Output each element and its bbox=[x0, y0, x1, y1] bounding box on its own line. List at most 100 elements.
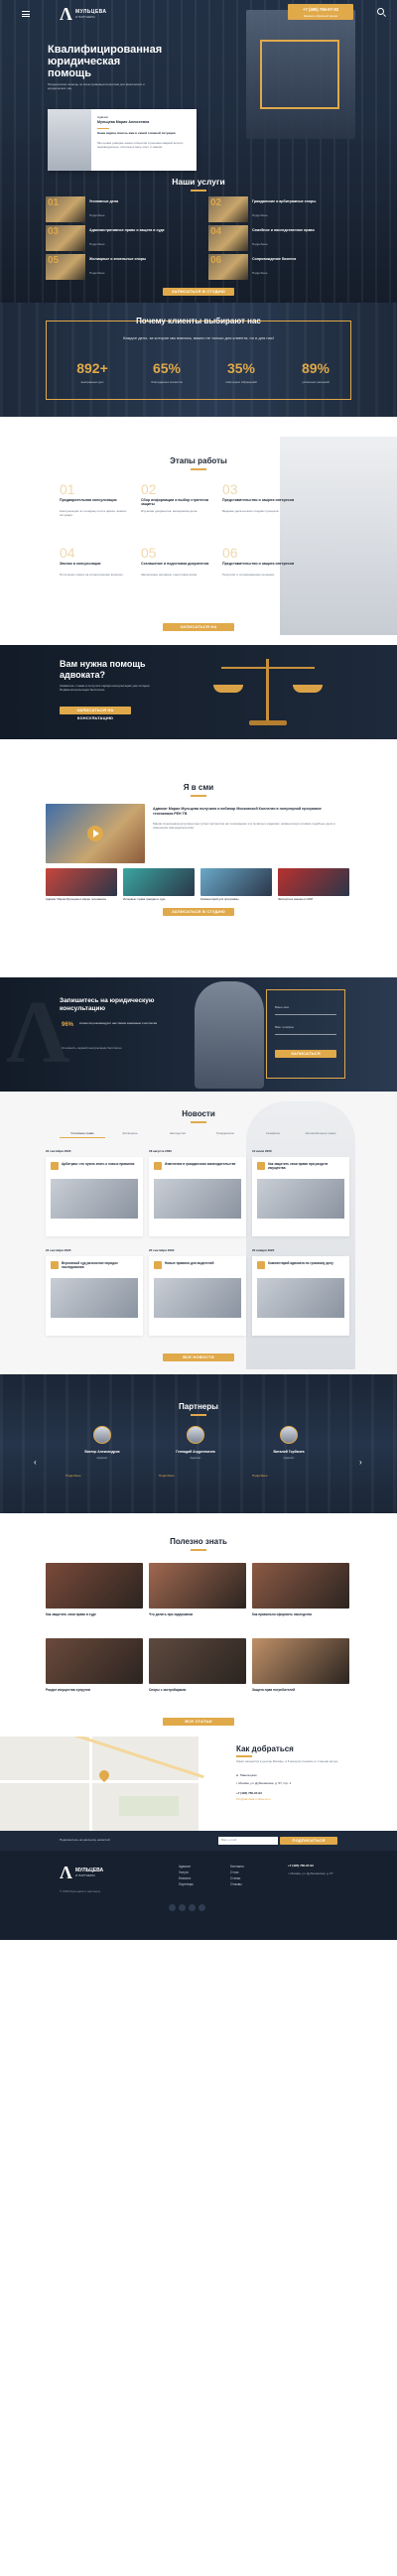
need-section: Вам нужна помощь адвоката? Свяжитесь с н… bbox=[0, 645, 397, 739]
consult-submit-button[interactable]: ЗАПИСАТЬСЯ bbox=[275, 1050, 336, 1058]
stat-value: 892+ bbox=[76, 360, 108, 376]
media-button[interactable]: ЗАПИСАТЬСЯ В СТУДИЮ bbox=[163, 908, 234, 916]
header-callback-link[interactable]: Заказать обратный звонок bbox=[288, 14, 353, 18]
news-tab[interactable]: Автомобильное право bbox=[298, 1131, 343, 1137]
need-button[interactable]: ЗАПИСАТЬСЯ НА КОНСУЛЬТАЦИЮ bbox=[60, 707, 131, 720]
news-date: 24 сентября 2020 bbox=[46, 1248, 71, 1252]
news-card-image bbox=[154, 1179, 241, 1219]
play-icon[interactable] bbox=[87, 826, 103, 841]
footer-phone[interactable]: +7 (495) 766-97-93 bbox=[288, 1864, 314, 1868]
article-title[interactable]: Защита прав потребителей bbox=[252, 1688, 349, 1692]
vk-icon[interactable] bbox=[169, 1904, 176, 1911]
footer-menu-link[interactable]: Отзывы bbox=[230, 1882, 242, 1886]
service-more-link[interactable]: Подробнее bbox=[252, 271, 268, 275]
contacts-title: Как добраться bbox=[236, 1744, 294, 1753]
news-tab[interactable]: Семейное bbox=[250, 1131, 296, 1137]
subscribe-email-field[interactable]: Ваш e-mail bbox=[218, 1837, 278, 1845]
menu-icon[interactable] bbox=[22, 11, 30, 17]
article-image[interactable] bbox=[149, 1638, 246, 1684]
card-text: Мы ценим доверие наших клиентов и решаем… bbox=[97, 141, 184, 149]
article-image[interactable] bbox=[149, 1563, 246, 1609]
contacts-phone[interactable]: +7 (495) 766-97-93 bbox=[236, 1791, 262, 1796]
footer-menu-link[interactable]: О нас bbox=[230, 1870, 239, 1874]
footer-menu-link[interactable]: Услуги bbox=[179, 1870, 189, 1874]
partners-prev-arrow-icon[interactable]: ‹ bbox=[34, 1458, 37, 1467]
news-card[interactable]: Комментарий адвоката по громкому делу bbox=[252, 1256, 349, 1336]
footer-logo[interactable]: Λ МУЛЬЦЕВА И ПАРТНЕРЫ bbox=[60, 1863, 119, 1884]
service-more-link[interactable]: Подробнее bbox=[252, 213, 268, 217]
media-label: Комментарий для программы bbox=[200, 897, 239, 901]
media-main-video[interactable] bbox=[46, 804, 145, 863]
partner-more-link[interactable]: Подробнее bbox=[66, 1474, 81, 1478]
service-card[interactable]: 01 Уголовные дела Подробнее bbox=[46, 196, 189, 222]
stages-button[interactable]: ЗАПИСАТЬСЯ НА КОНСУЛЬТАЦИЮ bbox=[163, 623, 234, 637]
article-image[interactable] bbox=[252, 1638, 349, 1684]
service-card[interactable]: 06 Сопровождение бизнеса Подробнее bbox=[208, 254, 351, 280]
footer-menu-link[interactable]: Партнеры bbox=[179, 1882, 194, 1886]
news-card-icon bbox=[51, 1162, 59, 1170]
article-image[interactable] bbox=[252, 1563, 349, 1609]
footer-menu-link[interactable]: Новости bbox=[179, 1876, 191, 1880]
phone-field[interactable]: Ваш телефон bbox=[275, 1025, 336, 1035]
services-button[interactable]: ЗАПИСАТЬСЯ В СТУДИЮ bbox=[163, 288, 234, 296]
media-thumb[interactable] bbox=[278, 868, 349, 896]
news-tab[interactable]: Наследство bbox=[155, 1131, 200, 1137]
article-title[interactable]: Что делать при задержании bbox=[149, 1612, 246, 1616]
partner-more-link[interactable]: Подробнее bbox=[159, 1474, 175, 1478]
media-thumb[interactable] bbox=[123, 868, 195, 896]
partner-more-link[interactable]: Подробнее bbox=[252, 1474, 268, 1478]
news-tab[interactable]: Гражданское bbox=[202, 1131, 248, 1137]
news-date: 20 января 2020 bbox=[252, 1248, 275, 1252]
service-card[interactable]: 04 Семейное и наследственное право Подробн… bbox=[208, 225, 351, 251]
instagram-icon[interactable] bbox=[189, 1904, 196, 1911]
lawyer-card-photo bbox=[48, 109, 91, 171]
media-thumb[interactable] bbox=[200, 868, 272, 896]
news-card[interactable]: Арбитраж: что нужно знать о новых правил… bbox=[46, 1157, 143, 1236]
footer-menu-link[interactable]: Статьи bbox=[230, 1876, 240, 1880]
stage-text: Изучение документов, материалов дела. bbox=[141, 509, 198, 513]
article-title[interactable]: Как защитить свои права в суде bbox=[46, 1612, 143, 1616]
service-card[interactable]: 05 Жилищные и земельные споры Подробнее bbox=[46, 254, 189, 280]
header-phone-box[interactable]: +7 (495) 766-97-93 Заказать обратный зво… bbox=[288, 4, 353, 20]
news-card[interactable]: Изменения в гражданском законодательстве bbox=[149, 1157, 246, 1236]
partner-name: Геннадий Андреевичев bbox=[176, 1450, 215, 1454]
news-button[interactable]: ВСЕ НОВОСТИ bbox=[163, 1353, 234, 1361]
avatar bbox=[280, 1426, 298, 1444]
service-more-link[interactable]: Подробнее bbox=[89, 213, 105, 217]
name-field[interactable]: Ваше имя bbox=[275, 1005, 336, 1015]
youtube-icon[interactable] bbox=[198, 1904, 205, 1911]
media-thumb[interactable] bbox=[46, 868, 117, 896]
logo[interactable]: Λ МУЛЬЦЕВА И ПАРТНЕРЫ bbox=[60, 4, 119, 24]
article-title[interactable]: Как правильно оформить наследство bbox=[252, 1612, 349, 1616]
search-icon[interactable] bbox=[377, 8, 386, 17]
article-image[interactable] bbox=[46, 1563, 143, 1609]
partners-next-arrow-icon[interactable]: › bbox=[359, 1458, 362, 1467]
news-tab[interactable]: Уголовное право bbox=[60, 1131, 105, 1138]
useful-button[interactable]: ВСЕ СТАТЬИ bbox=[163, 1718, 234, 1726]
useful-underline bbox=[191, 1549, 206, 1551]
article-image[interactable] bbox=[46, 1638, 143, 1684]
news-card[interactable]: Верховный суд разъяснил порядок наследов… bbox=[46, 1256, 143, 1336]
subscribe-button[interactable]: ПОДПИСАТЬСЯ bbox=[280, 1837, 337, 1845]
news-card[interactable]: Как защитить свои права при разделе имущ… bbox=[252, 1157, 349, 1236]
service-card[interactable]: 03 Административное право и защита в суде… bbox=[46, 225, 189, 251]
map[interactable] bbox=[0, 1737, 204, 1831]
news-card-icon bbox=[257, 1261, 265, 1269]
stage-title: Представительство и защита интересов bbox=[222, 562, 295, 566]
news-date: 24 сентября 2020 bbox=[46, 1149, 71, 1153]
news-section: Новости Уголовное право Жилищное Наследств… bbox=[0, 1092, 397, 1374]
service-more-link[interactable]: Подробнее bbox=[89, 271, 105, 275]
service-more-link[interactable]: Подробнее bbox=[252, 242, 268, 246]
service-num: 01 bbox=[48, 197, 60, 208]
service-card[interactable]: 02 Гражданские и арбитражные споры Подробн… bbox=[208, 196, 351, 222]
contacts-email[interactable]: info@advokat-multseva.ru bbox=[236, 1797, 271, 1802]
news-tab[interactable]: Жилищное bbox=[107, 1131, 153, 1137]
article-title[interactable]: Раздел имущества супругов bbox=[46, 1688, 143, 1692]
footer-menu-link[interactable]: Контакты bbox=[230, 1865, 244, 1868]
facebook-icon[interactable] bbox=[179, 1904, 186, 1911]
why-section: Почему клиенты выбирают нас Каждое дело,… bbox=[0, 303, 397, 417]
service-more-link[interactable]: Подробнее bbox=[89, 242, 105, 246]
article-title[interactable]: Споры с застройщиком bbox=[149, 1688, 246, 1692]
footer-menu-link[interactable]: Адвокат bbox=[179, 1865, 191, 1868]
news-card[interactable]: Новые правила для водителей bbox=[149, 1256, 246, 1336]
